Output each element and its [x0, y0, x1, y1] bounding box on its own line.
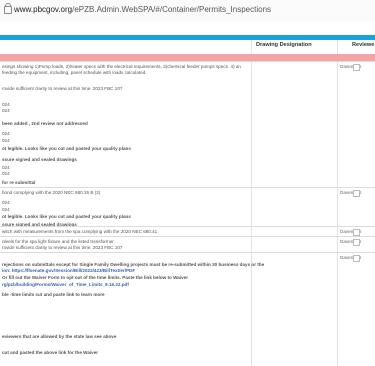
row-checkbox[interactable]	[353, 255, 360, 262]
address-bar[interactable]: www.pbcgov.org/ePZB.Admin.WebSPA/#/Conta…	[0, 0, 375, 23]
comment-line: Or fill out the Waiver Form to opt out o…	[2, 275, 188, 280]
column-drawing-designation: Drawing Designation	[256, 42, 312, 48]
comment-line: eviewers that are allowed by the state l…	[2, 334, 117, 339]
comment-line: 024	[2, 131, 10, 136]
row-checkbox[interactable]	[353, 229, 360, 236]
comment-line: cut and pasted the above link for the Wa…	[2, 350, 99, 355]
comment-line: 024	[2, 207, 10, 212]
table-header: Drawing Designation Reviewe	[0, 40, 375, 55]
comment-line: ssure signed and sealed drawings	[2, 222, 77, 227]
comment-line: 024	[2, 108, 10, 113]
comment-line: rovide sufficient clarity to review at t…	[2, 245, 123, 250]
waiver-form-link[interactable]: rg/pzb/building/Forms/Waiver_of_Time_Lim…	[2, 282, 129, 288]
row-checkbox[interactable]	[353, 239, 360, 246]
lock-icon	[4, 3, 12, 14]
row-checkbox[interactable]	[353, 190, 360, 197]
comment-line: 024	[2, 200, 10, 205]
comment-line: witch with measurements from the spa com…	[2, 229, 158, 234]
comment-line: 024	[2, 171, 10, 176]
comment-line: for re submittal	[2, 180, 36, 185]
comment-line: been added , 2nd review not addressed	[2, 121, 88, 126]
highlight-row	[0, 54, 375, 61]
comment-line: ot legible. Looks like you cut and paste…	[2, 214, 131, 219]
comment-line: ble -time limits cut and paste link to l…	[2, 292, 105, 297]
comment-line: 024	[2, 138, 10, 143]
comment-line: ssure signed and sealed drawings	[2, 157, 77, 162]
waiver-link[interactable]: ion: https://flsenate.gov/Session/Bill/2…	[2, 268, 135, 274]
comment-line: feeding the equipment, including, panel …	[2, 70, 147, 75]
comment-line: rovide sufficient clarity to review at t…	[2, 86, 123, 91]
column-reviewer: Reviewe	[352, 42, 375, 48]
comment-line: ot legible. Looks like you cut and paste…	[2, 146, 131, 151]
comment-line: bond complying with the 2020 NEC 680.26 …	[2, 190, 101, 195]
row-checkbox[interactable]	[353, 64, 360, 71]
url-text[interactable]: www.pbcgov.org/ePZB.Admin.WebSPA/#/Conta…	[14, 5, 271, 14]
